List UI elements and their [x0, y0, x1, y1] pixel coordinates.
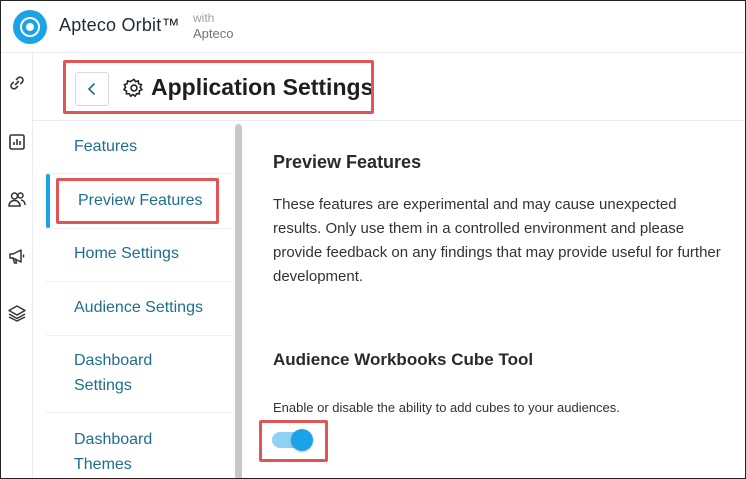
icon-rail — [1, 53, 33, 478]
with-brand: Apteco — [193, 26, 234, 41]
nav-separator — [46, 412, 233, 413]
nav-item-dashboard-themes[interactable]: Dashboard Themes — [74, 427, 152, 477]
brand-name: Apteco Orbit™ — [59, 15, 180, 35]
with-label: with — [193, 11, 215, 25]
nav-separator — [46, 281, 233, 282]
nav-item-audience-settings[interactable]: Audience Settings — [74, 295, 203, 320]
nav-item-features[interactable]: Features — [74, 134, 137, 159]
layers-icon[interactable] — [7, 303, 27, 323]
nav-separator — [46, 173, 233, 174]
feature-title: Audience Workbooks Cube Tool — [273, 350, 534, 369]
section-description: These features are experimental and may … — [273, 196, 721, 285]
header-highlight — [63, 60, 374, 114]
link-icon[interactable] — [7, 73, 27, 93]
nav-item-label-line1: Dashboard — [74, 431, 153, 448]
logo-dot — [26, 23, 34, 31]
preview-features-highlight — [56, 178, 219, 224]
nav-item-label-line2: Themes — [74, 456, 132, 473]
section-title: Preview Features — [273, 152, 422, 172]
nav-separator — [46, 228, 233, 229]
nav-item-label-line1: Dashboard — [74, 352, 153, 369]
megaphone-icon[interactable] — [7, 246, 27, 266]
app-window: Apteco Orbit™ with Apteco Application Se… — [0, 0, 746, 479]
nav-item-label-line2: Settings — [74, 377, 132, 394]
toggle-highlight — [259, 420, 328, 462]
nav-item-home-settings[interactable]: Home Settings — [74, 241, 179, 266]
apteco-logo[interactable] — [13, 10, 47, 44]
nav-scrollbar[interactable] — [235, 124, 242, 478]
chart-icon[interactable] — [7, 132, 27, 152]
nav-separator — [46, 335, 233, 336]
feature-description: Enable or disable the ability to add cub… — [273, 400, 620, 415]
users-icon[interactable] — [7, 189, 27, 209]
nav-active-indicator — [46, 174, 50, 228]
nav-item-dashboard-settings[interactable]: Dashboard Settings — [74, 348, 152, 398]
